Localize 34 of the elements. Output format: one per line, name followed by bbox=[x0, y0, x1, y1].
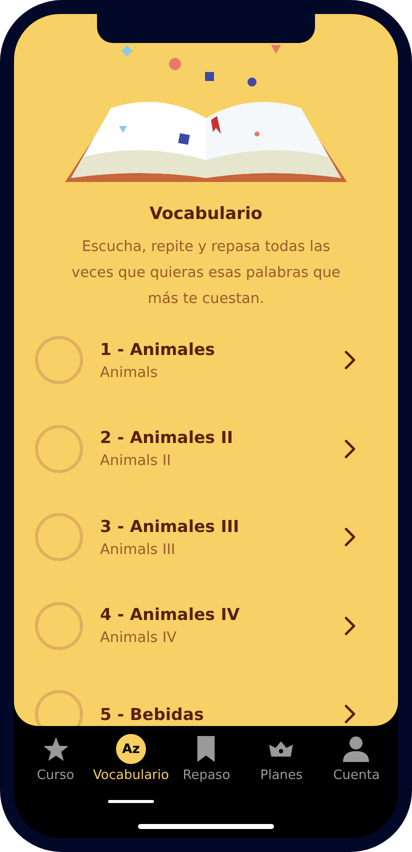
lesson-subtitle: Animals bbox=[100, 364, 159, 381]
person-icon bbox=[343, 736, 370, 762]
lesson-title: 1 - Animales bbox=[100, 340, 216, 359]
chevron-right-icon bbox=[344, 616, 356, 636]
progress-ring-icon bbox=[35, 513, 83, 562]
page-title: Vocabulario bbox=[150, 204, 262, 224]
nav-tab[interactable]: Repaso bbox=[168, 736, 244, 803]
progress-ring-icon bbox=[35, 424, 83, 473]
lesson-item[interactable]: 2 - Animales II Animals II bbox=[14, 404, 398, 493]
nav-tab[interactable]: Curso bbox=[18, 736, 94, 803]
az-badge-icon: Az bbox=[116, 734, 146, 764]
lesson-subtitle: Animals IV bbox=[100, 630, 178, 646]
lesson-title: 2 - Animales II bbox=[100, 428, 234, 448]
chevron-right-icon bbox=[344, 438, 356, 459]
lesson-item[interactable]: 1 - Animales Animals bbox=[14, 316, 398, 404]
lesson-title: 5 - Bebidas bbox=[100, 704, 205, 724]
lesson-title: 3 - Animales III bbox=[100, 516, 240, 536]
nav-tab[interactable]: Az Vocabulario bbox=[93, 736, 169, 803]
lesson-item[interactable]: 3 - Animales III Animals III bbox=[14, 493, 398, 582]
lesson-title: 4 - Animales IV bbox=[100, 605, 241, 624]
selected-tab-indicator bbox=[108, 800, 154, 803]
progress-ring-icon bbox=[35, 690, 83, 726]
page-description: Escucha, repite y repasa todas las veces que quieras esas palabras que más te cuestan. bbox=[70, 238, 342, 309]
chevron-right-icon bbox=[344, 527, 356, 548]
star-icon bbox=[42, 736, 68, 762]
progress-ring-icon bbox=[35, 602, 83, 650]
nav-tab[interactable]: Planes bbox=[244, 736, 319, 803]
progress-ring-icon bbox=[35, 336, 83, 384]
chevron-right-icon bbox=[344, 704, 356, 724]
lesson-item[interactable]: 4 - Animales IV Animals IV bbox=[14, 582, 398, 670]
nav-tab[interactable]: Cuenta bbox=[318, 736, 394, 803]
chevron-right-icon bbox=[344, 350, 356, 370]
lesson-subtitle: Animals III bbox=[100, 542, 176, 558]
lesson-subtitle: Animals II bbox=[100, 453, 172, 470]
